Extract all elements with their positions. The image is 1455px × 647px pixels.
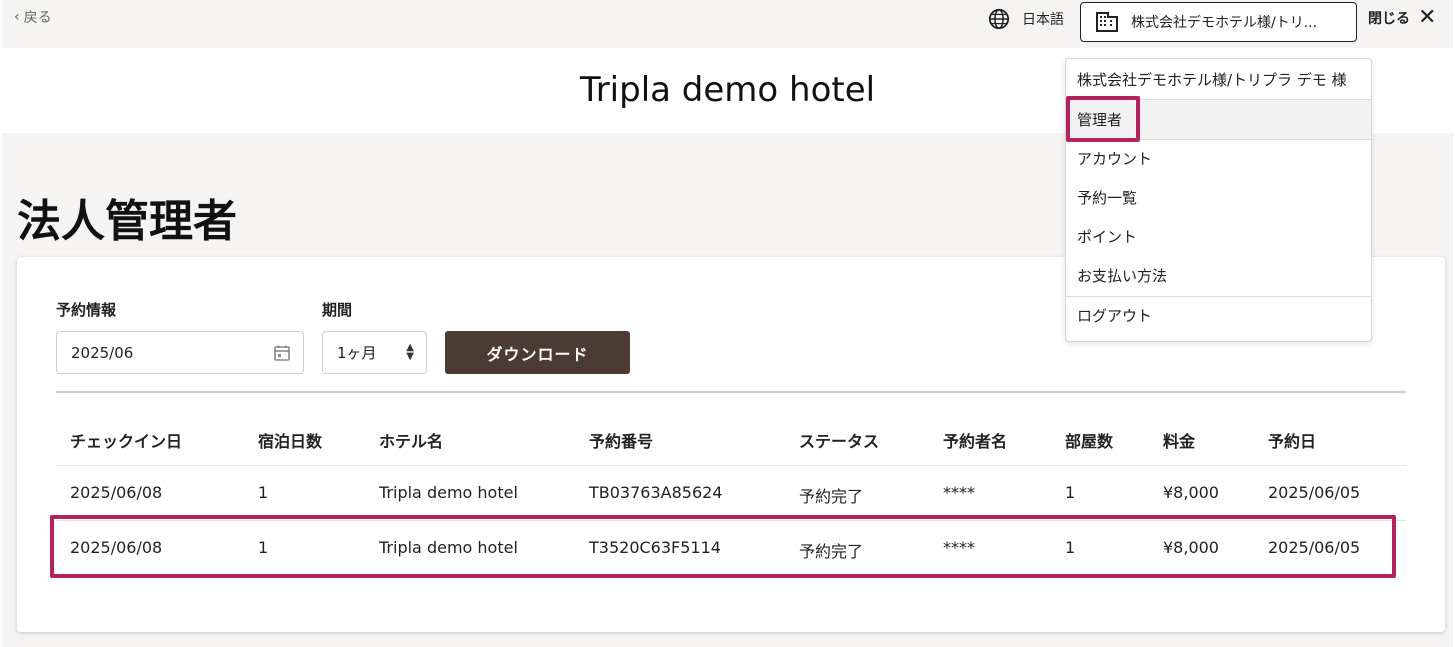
cell-nights: 1 bbox=[258, 483, 269, 502]
month-input[interactable]: 2025/06 bbox=[56, 331, 304, 374]
header-hotel-name: ホテル名 bbox=[379, 432, 444, 451]
header-rooms: 部屋数 bbox=[1065, 432, 1114, 451]
menu-item-reservations[interactable]: 予約一覧 bbox=[1066, 178, 1371, 217]
language-selector[interactable]: 日本語 bbox=[988, 8, 1064, 30]
menu-company-name: 株式会社デモホテル様/トリプラ デモ 様 bbox=[1077, 71, 1347, 89]
account-button[interactable]: 株式会社デモホテル様/トリ... bbox=[1080, 2, 1357, 42]
period-select[interactable]: 1ヶ月 ▲ ▼ bbox=[322, 331, 427, 374]
cell-booking-date: 2025/06/05 bbox=[1268, 483, 1361, 502]
cell-reservation-number: TB03763A85624 bbox=[589, 483, 723, 502]
sort-arrows-icon: ▲ ▼ bbox=[406, 342, 414, 362]
close-button[interactable]: 閉じる ✕ bbox=[1368, 5, 1437, 30]
menu-highlight bbox=[1066, 96, 1140, 142]
header-checkin-date: チェックイン日 bbox=[70, 432, 183, 451]
menu-item-account[interactable]: アカウント bbox=[1066, 139, 1371, 178]
cell-rooms: 1 bbox=[1065, 483, 1076, 502]
cell-status: 予約完了 bbox=[799, 487, 864, 506]
divider bbox=[56, 391, 1406, 393]
chevron-left-icon: ‹ bbox=[14, 9, 20, 25]
language-label: 日本語 bbox=[1022, 12, 1064, 28]
row-highlight bbox=[50, 515, 1396, 578]
row-divider bbox=[56, 465, 1406, 466]
header-guest-name: 予約者名 bbox=[943, 432, 1008, 451]
header-reservation-number: 予約番号 bbox=[589, 432, 654, 451]
close-icon: ✕ bbox=[1418, 5, 1437, 30]
cell-hotel-name: Tripla demo hotel bbox=[379, 483, 518, 502]
back-label: 戻る bbox=[23, 10, 52, 26]
back-link[interactable]: ‹ 戻る bbox=[14, 7, 52, 27]
header-status: ステータス bbox=[799, 432, 880, 451]
account-label: 株式会社デモホテル様/トリ... bbox=[1131, 15, 1318, 31]
close-label: 閉じる bbox=[1368, 11, 1410, 27]
cell-guest-name: **** bbox=[943, 483, 975, 502]
download-button[interactable]: ダウンロード bbox=[445, 331, 630, 374]
globe-icon bbox=[988, 8, 1010, 30]
menu-item-logout[interactable]: ログアウト bbox=[1066, 296, 1371, 335]
reservation-label: 予約情報 bbox=[56, 301, 117, 319]
period-value: 1ヶ月 bbox=[337, 344, 377, 362]
header-nights: 宿泊日数 bbox=[258, 432, 323, 451]
header-price: 料金 bbox=[1163, 432, 1196, 451]
page-heading: 法人管理者 bbox=[17, 196, 237, 247]
header-booking-date: 予約日 bbox=[1268, 432, 1317, 451]
cell-checkin-date: 2025/06/08 bbox=[70, 483, 163, 502]
menu-item-payment[interactable]: お支払い方法 bbox=[1066, 256, 1371, 295]
building-icon bbox=[1096, 12, 1118, 32]
menu-item-points[interactable]: ポイント bbox=[1066, 217, 1371, 256]
cell-price: ¥8,000 bbox=[1163, 483, 1219, 502]
period-label: 期間 bbox=[322, 301, 353, 319]
month-value: 2025/06 bbox=[71, 343, 134, 362]
calendar-icon[interactable] bbox=[273, 344, 291, 362]
